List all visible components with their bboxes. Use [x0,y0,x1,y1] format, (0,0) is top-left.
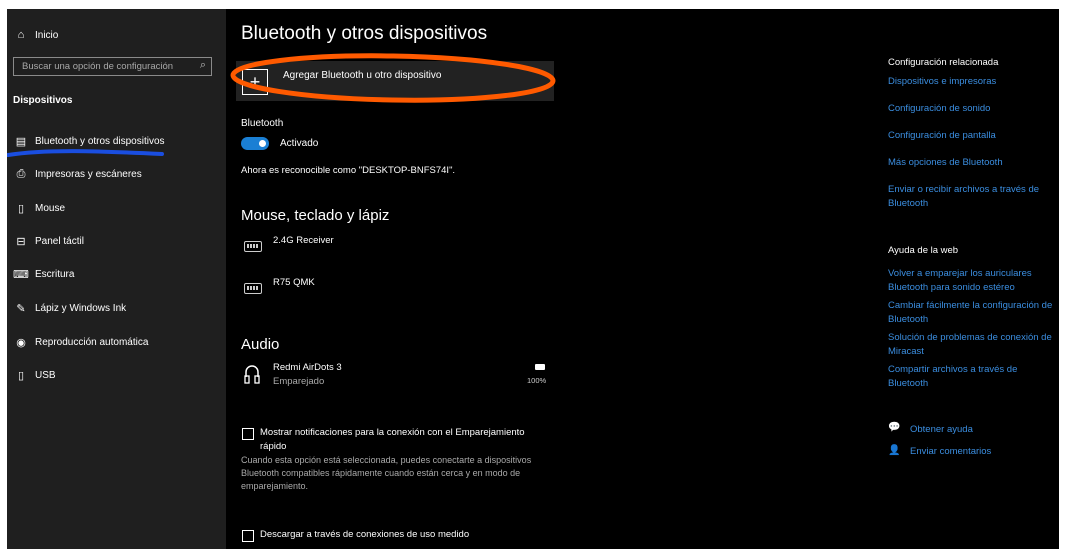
metered-checkbox[interactable] [242,530,254,542]
related-settings-title: Configuración relacionada [888,57,999,68]
link-send-receive-files[interactable]: Enviar o recibir archivos a través de Bl… [888,183,1053,211]
feedback-link[interactable]: Enviar comentarios [910,445,991,459]
sidebar-item-mouse[interactable]: ▯ Mouse [13,202,65,215]
get-help-icon: 💬 [888,422,901,433]
swift-pair-desc-1: Cuando esta opción está seleccionada, pu… [241,455,532,465]
sidebar-item-pen[interactable]: ✎ Lápiz y Windows Ink [13,302,126,315]
sidebar-item-label: Mouse [35,203,66,214]
blue-underline-annotation [7,149,164,157]
sidebar-item-label: Bluetooth y otros dispositivos [35,136,165,147]
keyboard-icon: ⌨ [13,269,29,281]
feedback-icon: 👤 [888,445,901,456]
device-name: 2.4G Receiver [273,235,334,246]
sidebar-item-usb[interactable]: ▯ USB [13,369,56,382]
sidebar-item-typing[interactable]: ⌨ Escritura [13,268,74,281]
autoplay-icon: ◉ [16,337,26,349]
sidebar-item-label: Lápiz y Windows Ink [35,303,127,314]
main-content: Bluetooth y otros dispositivos + Agregar… [226,9,1059,549]
device-name: R75 QMK [273,277,315,288]
swift-pair-desc-3: emparejamiento. [241,481,309,491]
pen-icon: ✎ [16,303,26,315]
mouse-icon: ▯ [17,203,25,215]
swift-pair-label-cont: rápido [260,441,287,452]
battery-level: 100% [527,376,547,385]
link-change-bluetooth[interactable]: Cambiar fácilmente la configuración de B… [888,299,1053,327]
swift-pair-desc-2: Bluetooth compatibles rápidamente cuando… [241,468,521,478]
orange-circle-annotation [230,53,556,103]
section-title: Dispositivos [13,95,73,106]
settings-window: ⌂ Inicio ⌕ Dispositivos ▤ Bluetooth y ot… [7,9,1059,549]
bluetooth-label: Bluetooth [241,118,284,129]
page-title: Bluetooth y otros dispositivos [241,23,488,44]
battery-icon [535,364,545,370]
search-input[interactable] [14,58,197,75]
link-display-settings[interactable]: Configuración de pantalla [888,129,1053,143]
sidebar-item-label: USB [35,370,56,381]
touchpad-icon: ⊟ [16,236,26,248]
audio-section-title: Audio [241,336,280,353]
sidebar-item-label: Reproducción automática [35,337,149,348]
usb-icon: ▯ [17,370,25,382]
device-name: Redmi AirDots 3 [273,362,342,373]
bluetooth-state: Activado [280,138,319,149]
metered-label: Descargar a través de conexiones de uso … [260,529,470,540]
sidebar-item-touchpad[interactable]: ⊟ Panel táctil [13,235,84,248]
device-item-r75[interactable]: R75 QMK [241,275,541,309]
link-devices-printers[interactable]: Dispositivos e impresoras [888,75,1053,89]
headphones-icon [244,365,260,384]
discoverable-text: Ahora es reconocible como "DESKTOP-BNFS7… [241,165,456,176]
link-more-bluetooth[interactable]: Más opciones de Bluetooth [888,156,1053,170]
device-item-receiver[interactable]: 2.4G Receiver [241,233,541,267]
sidebar: ⌂ Inicio ⌕ Dispositivos ▤ Bluetooth y ot… [7,9,226,549]
sidebar-item-printers[interactable]: ⎙ Impresoras y escáneres [13,168,142,181]
web-help-title: Ayuda de la web [888,245,959,256]
sidebar-item-label: Panel táctil [35,236,84,247]
nav-home-label: Inicio [35,29,59,41]
link-repair-headphones[interactable]: Volver a emparejar los auriculares Bluet… [888,267,1053,295]
mouse-section-title: Mouse, teclado y lápiz [241,207,390,224]
sidebar-item-label: Escritura [35,269,75,280]
sidebar-item-autoplay[interactable]: ◉ Reproducción automática [13,336,148,349]
keyboard-icon [244,241,262,252]
link-miracast[interactable]: Solución de problemas de conexión de Mir… [888,331,1053,359]
device-item-airdots[interactable]: Redmi AirDots 3 Emparejado 100% [241,360,551,394]
swift-pair-label: Mostrar notificaciones para la conexión … [260,427,525,438]
keyboard-icon [244,283,262,294]
search-box[interactable]: ⌕ [13,57,212,76]
link-share-files[interactable]: Compartir archivos a través de Bluetooth [888,363,1053,391]
sidebar-item-label: Impresoras y escáneres [35,169,142,180]
link-sound-settings[interactable]: Configuración de sonido [888,102,1053,116]
get-help-link[interactable]: Obtener ayuda [910,423,973,437]
search-icon[interactable]: ⌕ [200,59,206,72]
nav-home[interactable]: ⌂ Inicio [13,29,59,41]
device-status: Emparejado [273,376,325,387]
home-icon: ⌂ [17,29,25,41]
swift-pair-checkbox[interactable] [242,428,254,440]
bluetooth-toggle[interactable] [241,137,269,150]
printer-icon: ⎙ [16,168,26,180]
